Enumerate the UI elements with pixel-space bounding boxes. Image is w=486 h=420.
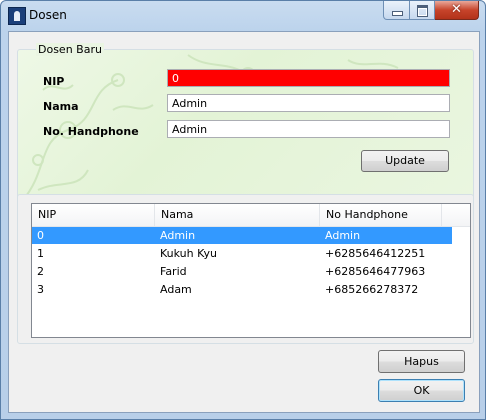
- list-group: NIP Nama No Handphone 0 Admin Admin 1 Ku…: [17, 194, 474, 344]
- cell-handphone: +6285646412251: [325, 247, 426, 260]
- table-row[interactable]: 2 Farid +6285646477963: [32, 263, 452, 280]
- listview-header: NIP Nama No Handphone: [32, 204, 470, 227]
- minimize-icon: [392, 11, 403, 16]
- dosen-listview[interactable]: NIP Nama No Handphone 0 Admin Admin 1 Ku…: [31, 203, 471, 338]
- update-button[interactable]: Update: [361, 150, 449, 172]
- table-row[interactable]: 0 Admin Admin: [32, 227, 452, 244]
- dosen-window: Dosen ✕ Dosen Baru NIP 0 Nama Admin No. …: [0, 0, 486, 420]
- handphone-label: No. Handphone: [43, 125, 139, 138]
- ok-button[interactable]: OK: [378, 379, 465, 402]
- cell-nama: Adam: [160, 283, 192, 296]
- window-title: Dosen: [29, 8, 67, 22]
- client-area: Dosen Baru NIP 0 Nama Admin No. Handphon…: [8, 31, 480, 413]
- nama-field[interactable]: Admin: [167, 94, 450, 112]
- column-header-nama[interactable]: Nama: [155, 204, 320, 226]
- handphone-field[interactable]: Admin: [167, 120, 450, 138]
- cell-nama: Kukuh Kyu: [160, 247, 218, 260]
- cell-handphone: +685266278372: [325, 283, 419, 296]
- minimize-button[interactable]: [383, 1, 410, 20]
- table-row[interactable]: 3 Adam +685266278372: [32, 281, 452, 298]
- close-icon: ✕: [451, 2, 462, 17]
- maximize-icon: [417, 5, 428, 17]
- column-header-nip[interactable]: NIP: [32, 204, 155, 226]
- maximize-button[interactable]: [410, 1, 435, 20]
- cell-nip: 1: [37, 247, 44, 260]
- group-legend: Dosen Baru: [36, 43, 104, 56]
- title-bar[interactable]: Dosen ✕: [1, 1, 485, 31]
- cell-handphone: +6285646477963: [325, 265, 426, 278]
- cell-nama: Farid: [160, 265, 187, 278]
- cell-nip: 0: [37, 229, 44, 242]
- cell-handphone: Admin: [325, 229, 361, 242]
- nip-field[interactable]: 0: [167, 69, 450, 87]
- nip-label: NIP: [43, 75, 65, 88]
- caption-buttons: ✕: [383, 1, 479, 20]
- dosen-baru-group: Dosen Baru NIP 0 Nama Admin No. Handphon…: [17, 43, 474, 212]
- close-button[interactable]: ✕: [435, 1, 479, 20]
- column-header-handphone[interactable]: No Handphone: [320, 204, 442, 226]
- cell-nip: 3: [37, 283, 44, 296]
- cell-nama: Admin: [160, 229, 196, 242]
- hapus-button[interactable]: Hapus: [378, 350, 465, 373]
- table-row[interactable]: 1 Kukuh Kyu +6285646412251: [32, 245, 452, 262]
- user-app-icon[interactable]: [8, 7, 26, 25]
- cell-nip: 2: [37, 265, 44, 278]
- nama-label: Nama: [43, 100, 79, 113]
